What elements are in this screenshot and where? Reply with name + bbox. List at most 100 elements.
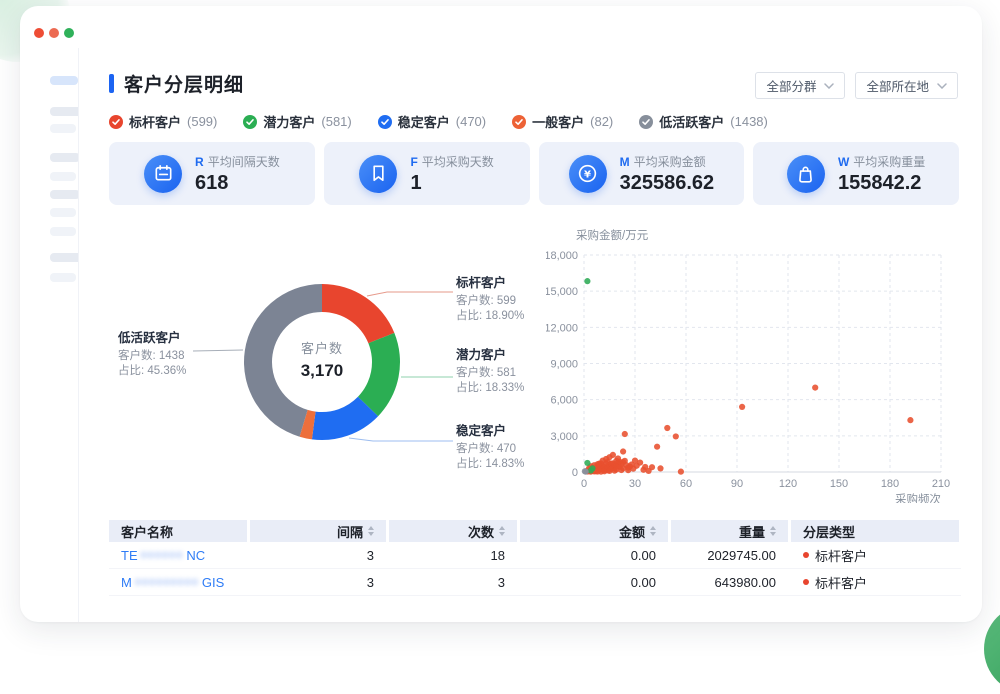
sidebar-item[interactable] bbox=[50, 153, 80, 162]
scatter-point[interactable] bbox=[907, 417, 913, 423]
scatter-point[interactable] bbox=[673, 433, 679, 439]
svg-text:3,000: 3,000 bbox=[550, 431, 578, 443]
bag-icon bbox=[787, 155, 825, 193]
legend-item-4[interactable]: 低活跃客户 (1438) bbox=[639, 112, 768, 131]
scatter-point[interactable] bbox=[654, 444, 660, 450]
kpi-value: 325586.62 bbox=[620, 172, 715, 195]
scatter-xlabel: 采购频次 bbox=[895, 492, 941, 503]
svg-text:15,000: 15,000 bbox=[546, 286, 578, 298]
cell-weight: 643980.00 bbox=[671, 569, 788, 595]
legend-count: (470) bbox=[456, 114, 486, 129]
customer-table: 客户名称间隔次数金额重量分层类型 TEooooooNC3180.00202974… bbox=[109, 520, 961, 596]
filter-dropdown-1[interactable]: 全部所在地 bbox=[855, 72, 958, 99]
page-title: 客户分层明细 bbox=[124, 70, 244, 97]
svg-text:6,000: 6,000 bbox=[550, 395, 578, 407]
legend-count: (599) bbox=[187, 114, 217, 129]
scatter-point[interactable] bbox=[610, 452, 616, 458]
sidebar-item[interactable] bbox=[50, 190, 80, 199]
sort-icon[interactable] bbox=[770, 526, 776, 536]
table-header-col2[interactable]: 次数 bbox=[389, 520, 517, 542]
scatter-point[interactable] bbox=[657, 465, 663, 471]
sort-icon[interactable] bbox=[499, 526, 505, 536]
scatter-point[interactable] bbox=[649, 464, 655, 470]
kpi-meta: F平均采购天数1 bbox=[410, 153, 493, 195]
filter-dropdown-0[interactable]: 全部分群 bbox=[755, 72, 845, 99]
cell-amount: 0.00 bbox=[520, 569, 668, 595]
segment-type-dot-icon bbox=[803, 579, 809, 585]
cell-interval: 3 bbox=[250, 542, 386, 568]
check-circle-icon bbox=[378, 115, 392, 129]
svg-text:0: 0 bbox=[581, 478, 587, 490]
donut-slice-标杆客户[interactable] bbox=[322, 284, 394, 343]
legend-label: 潜力客户 bbox=[263, 112, 315, 131]
check-circle-icon bbox=[512, 115, 526, 129]
table-header-col3[interactable]: 金额 bbox=[520, 520, 668, 542]
legend-item-2[interactable]: 稳定客户(470) bbox=[378, 112, 486, 131]
scatter-point[interactable] bbox=[583, 469, 589, 475]
sort-icon[interactable] bbox=[650, 526, 656, 536]
scatter-point[interactable] bbox=[678, 469, 684, 475]
scatter-point[interactable] bbox=[622, 431, 628, 437]
table-header-col4[interactable]: 重量 bbox=[671, 520, 788, 542]
table-header-name: 客户名称 bbox=[109, 520, 247, 542]
scatter-gridlines bbox=[584, 255, 941, 472]
legend-label: 标杆客户 bbox=[129, 112, 181, 131]
browser-window: 客户分层明细 全部分群 全部所在地 标杆客户 (599) 潜力客户 (581) 稳定客户(… bbox=[20, 6, 982, 622]
donut-center: 客户数 3,170 bbox=[242, 338, 402, 381]
kpi-letter: F bbox=[410, 155, 417, 169]
scatter-point[interactable] bbox=[584, 460, 590, 466]
scatter-ylabel: 采购金额/万元 bbox=[576, 228, 649, 242]
scatter-point[interactable] bbox=[739, 404, 745, 410]
scatter-point[interactable] bbox=[584, 278, 590, 284]
yuan-icon: ¥ bbox=[569, 155, 607, 193]
customer-name-link[interactable]: MoooooooooGIS bbox=[121, 575, 224, 590]
svg-text:150: 150 bbox=[830, 478, 848, 490]
legend-item-0[interactable]: 标杆客户 (599) bbox=[109, 112, 217, 131]
table-row[interactable]: MoooooooooGIS330.00643980.00标杆客户 bbox=[109, 569, 961, 596]
sidebar-item[interactable] bbox=[50, 227, 76, 236]
legend-count: (581) bbox=[321, 114, 351, 129]
svg-text:9,000: 9,000 bbox=[550, 359, 578, 371]
legend-count: (82) bbox=[590, 114, 613, 129]
table-header-col1[interactable]: 间隔 bbox=[250, 520, 386, 542]
svg-text:60: 60 bbox=[680, 478, 692, 490]
check-circle-icon bbox=[639, 115, 653, 129]
cell-interval: 3 bbox=[250, 569, 386, 595]
kpi-value: 618 bbox=[195, 172, 280, 195]
sidebar-item[interactable] bbox=[50, 273, 76, 282]
page: { "window": { "traffic_lights": [ {"name… bbox=[0, 0, 1000, 629]
scatter-series-标杆客户 bbox=[584, 385, 913, 475]
sidebar-item-active[interactable] bbox=[50, 76, 78, 85]
customer-name-link[interactable]: TEooooooNC bbox=[121, 548, 205, 563]
svg-text:120: 120 bbox=[779, 478, 797, 490]
table-header-row: 客户名称间隔次数金额重量分层类型 bbox=[109, 520, 961, 542]
kpi-meta: M平均采购金额325586.62 bbox=[620, 153, 715, 195]
scatter-point[interactable] bbox=[620, 448, 626, 454]
sidebar-item[interactable] bbox=[50, 172, 76, 181]
table-row[interactable]: TEooooooNC3180.002029745.00标杆客户 bbox=[109, 542, 961, 569]
legend-label: 低活跃客户 bbox=[659, 112, 724, 131]
cell-segment-type: 标杆客户 bbox=[791, 569, 959, 595]
kpi-value: 155842.2 bbox=[838, 172, 925, 195]
scatter-point[interactable] bbox=[812, 385, 818, 391]
svg-text:¥: ¥ bbox=[584, 169, 591, 180]
title-accent-bar bbox=[109, 74, 114, 93]
segment-legend: 标杆客户 (599) 潜力客户 (581) 稳定客户(470) 一般客户(82) 低活跃客户… bbox=[109, 112, 768, 131]
sidebar-item[interactable] bbox=[50, 124, 76, 133]
bookmark-icon bbox=[359, 155, 397, 193]
legend-item-3[interactable]: 一般客户(82) bbox=[512, 112, 613, 131]
svg-text:180: 180 bbox=[881, 478, 899, 490]
sort-icon[interactable] bbox=[368, 526, 374, 536]
legend-item-1[interactable]: 潜力客户 (581) bbox=[243, 112, 351, 131]
scatter-point[interactable] bbox=[588, 467, 594, 473]
chevron-down-icon bbox=[824, 83, 834, 89]
scatter-chart: 030609012015018021003,0006,0009,00012,00… bbox=[546, 225, 966, 503]
legend-count: (1438) bbox=[730, 114, 768, 129]
sidebar-item[interactable] bbox=[50, 208, 76, 217]
table-body: TEooooooNC3180.002029745.00标杆客户Moooooooo… bbox=[109, 542, 961, 596]
scatter-point[interactable] bbox=[637, 459, 643, 465]
filter-dropdown-label: 全部所在地 bbox=[866, 76, 929, 95]
kpi-card-W: W平均采购重量155842.2 bbox=[753, 142, 959, 205]
scatter-point[interactable] bbox=[664, 425, 670, 431]
filter-dropdown-label: 全部分群 bbox=[766, 76, 816, 95]
